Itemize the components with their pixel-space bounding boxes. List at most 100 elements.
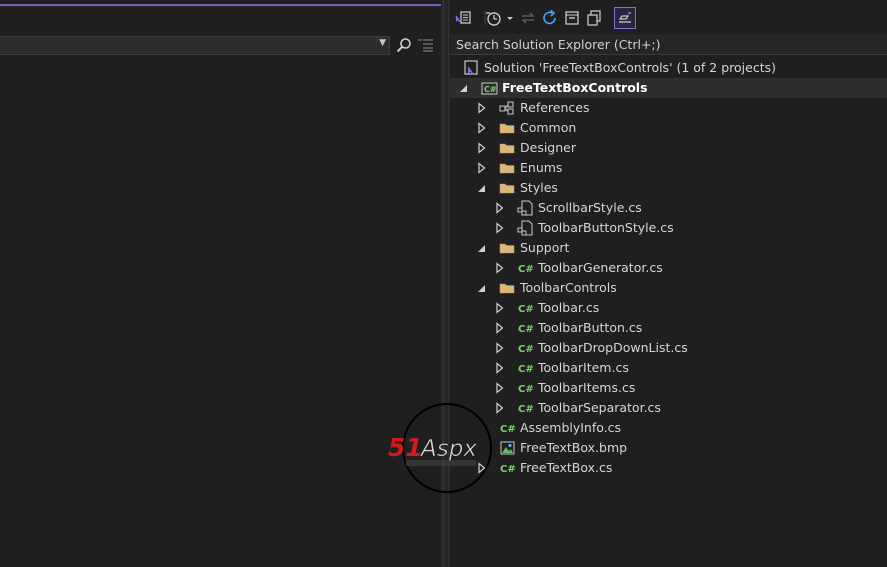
tree-item[interactable]: C# Toolbar.cs [450, 298, 887, 318]
tree-item[interactable]: C# ToolbarSeparator.cs [450, 398, 887, 418]
tree-item-label: References [520, 100, 590, 115]
tree-item-label: Toolbar.cs [538, 300, 600, 315]
tree-item[interactable]: ToolbarControls [450, 278, 887, 298]
tree-item[interactable]: FreeTextBox.bmp [450, 438, 887, 458]
solution-icon [464, 60, 478, 75]
references-icon [499, 100, 516, 116]
tree-item[interactable]: C# ToolbarButton.cs [450, 318, 887, 338]
sync-icon[interactable] [519, 9, 537, 27]
collapsed-arrow-icon[interactable] [477, 162, 487, 174]
expanded-arrow-icon[interactable] [477, 282, 487, 294]
tree-item-label: Designer [520, 140, 576, 155]
folder-icon [499, 280, 516, 296]
properties-icon[interactable] [614, 7, 636, 29]
tree-item[interactable]: C# ToolbarItems.cs [450, 378, 887, 398]
solution-label: Solution 'FreeTextBoxControls' (1 of 2 p… [484, 60, 777, 75]
tree-item-label: ToolbarSeparator.cs [538, 400, 661, 415]
collapsed-arrow-icon[interactable] [495, 362, 505, 374]
tree-item-label: AssemblyInfo.cs [520, 420, 622, 435]
tree-item-label: ToolbarItems.cs [538, 380, 636, 395]
tree-item-label: ToolbarGenerator.cs [538, 260, 663, 275]
tree-item-label: ScrollbarStyle.cs [538, 200, 642, 215]
tree-item[interactable]: C# ToolbarItem.cs [450, 358, 887, 378]
folder-icon [499, 140, 516, 156]
cs-component-icon [517, 220, 534, 236]
dropdown-arrow-icon[interactable]: ▼ [379, 38, 386, 48]
svg-text:C#: C# [484, 85, 497, 94]
tree-item-label: ToolbarButton.cs [538, 320, 643, 335]
solution-node[interactable]: Solution 'FreeTextBoxControls' (1 of 2 p… [450, 58, 887, 78]
collapsed-arrow-icon[interactable] [477, 122, 487, 134]
collapsed-arrow-icon[interactable] [477, 102, 487, 114]
show-all-files-icon[interactable] [585, 9, 603, 27]
csharp-file-icon: C# [517, 260, 534, 276]
tree-item[interactable]: C# ToolbarGenerator.cs [450, 258, 887, 278]
collapse-all-icon[interactable] [563, 9, 581, 27]
splitter-border [443, 0, 444, 567]
svg-text:C#: C# [518, 264, 534, 275]
toolbar-separator [476, 9, 486, 27]
svg-text:C#: C# [500, 464, 516, 475]
svg-text:C#: C# [518, 364, 534, 375]
expanded-arrow-icon[interactable] [459, 82, 469, 94]
csharp-file-icon: C# [517, 360, 534, 376]
tree-item[interactable]: ScrollbarStyle.cs [450, 198, 887, 218]
csharp-file-icon: C# [499, 460, 516, 476]
search-icon[interactable] [396, 37, 412, 53]
tree-item[interactable]: C# AssemblyInfo.cs [450, 418, 887, 438]
search-placeholder: Search Solution Explorer (Ctrl+;) [456, 37, 661, 52]
expanded-arrow-icon[interactable] [477, 182, 487, 194]
pending-changes-icon[interactable] [484, 9, 502, 27]
navigation-dropdown[interactable]: ▼ [0, 36, 390, 55]
editor-tab-strip [0, 6, 441, 34]
folder-icon [499, 180, 516, 196]
csharp-file-icon: C# [517, 320, 534, 336]
tree-item[interactable]: Common [450, 118, 887, 138]
tree-item[interactable]: ToolbarButtonStyle.cs [450, 218, 887, 238]
tree-item-label: ToolbarDropDownList.cs [538, 340, 688, 355]
csharp-file-icon: C# [517, 380, 534, 396]
collapsed-arrow-icon[interactable] [495, 222, 505, 234]
csharp-file-icon: C# [517, 400, 534, 416]
solution-explorer-search-input[interactable]: Search Solution Explorer (Ctrl+;) [451, 34, 887, 55]
tree-item[interactable]: C# FreeTextBox.cs [450, 458, 887, 478]
collapsed-arrow-icon[interactable] [495, 402, 505, 414]
tree-item-label: Support [520, 240, 570, 255]
svg-text:C#: C# [518, 404, 534, 415]
collapsed-arrow-icon[interactable] [495, 342, 505, 354]
collapsed-arrow-icon[interactable] [495, 262, 505, 274]
project-node[interactable]: C# FreeTextBoxControls [450, 78, 887, 98]
tree-item-label: ToolbarItem.cs [538, 360, 629, 375]
toolbar-separator [607, 9, 617, 27]
svg-text:C#: C# [518, 324, 534, 335]
refresh-icon[interactable] [541, 9, 559, 27]
solution-explorer: Search Solution Explorer (Ctrl+;) Soluti… [450, 0, 887, 567]
collapsed-arrow-icon[interactable] [495, 302, 505, 314]
svg-text:C#: C# [518, 384, 534, 395]
collapsed-arrow-icon[interactable] [477, 142, 487, 154]
tree-item-label: FreeTextBox.bmp [520, 440, 628, 455]
collapsed-arrow-icon[interactable] [495, 202, 505, 214]
tree-item-label: ToolbarControls [520, 280, 617, 295]
tree-item[interactable]: Enums [450, 158, 887, 178]
tree-item-label: Styles [520, 180, 558, 195]
tree-item[interactable]: C# ToolbarDropDownList.cs [450, 338, 887, 358]
tree-item[interactable]: References [450, 98, 887, 118]
csharp-file-icon: C# [517, 340, 534, 356]
csharp-file-icon: C# [499, 420, 516, 436]
solution-explorer-toolbar [450, 0, 887, 33]
splitter-border [448, 0, 449, 567]
list-settings-icon[interactable] [418, 38, 433, 52]
svg-text:C#: C# [518, 304, 534, 315]
tree-item[interactable]: Support [450, 238, 887, 258]
dropdown-chevron-icon[interactable] [505, 9, 515, 27]
expanded-arrow-icon[interactable] [477, 242, 487, 254]
collapsed-arrow-icon[interactable] [495, 382, 505, 394]
tree-item[interactable]: Designer [450, 138, 887, 158]
tree-item[interactable]: Styles [450, 178, 887, 198]
vs-switch-view-icon[interactable] [454, 9, 472, 27]
collapsed-arrow-icon[interactable] [477, 462, 487, 474]
folder-icon [499, 240, 516, 256]
collapsed-arrow-icon[interactable] [495, 322, 505, 334]
folder-icon [499, 120, 516, 136]
